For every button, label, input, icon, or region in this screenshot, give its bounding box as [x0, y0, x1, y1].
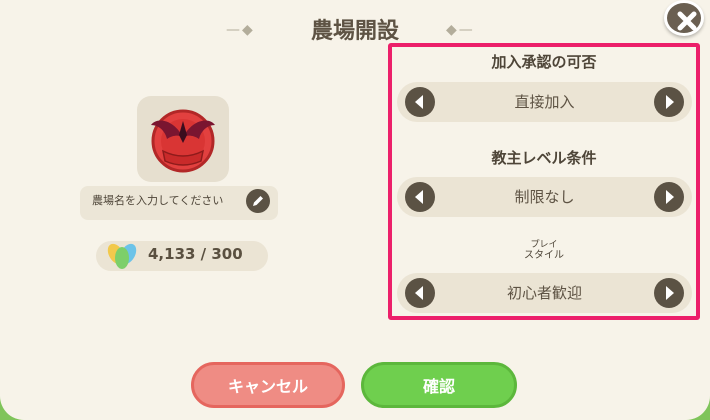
play-style-selector: 初心者歓迎: [397, 273, 692, 313]
join-approval-label: 加入承認の可否: [491, 53, 597, 71]
join-approval-value: 直接加入: [514, 93, 575, 111]
join-approval-next-button[interactable]: [654, 87, 684, 117]
close-button[interactable]: [664, 0, 704, 36]
play-style-next-button[interactable]: [654, 278, 684, 308]
leader-level-value: 制限なし: [514, 188, 575, 206]
arrow-right-icon: [666, 190, 674, 204]
title-decoration-right: ◆—: [446, 22, 475, 38]
pencil-icon: [253, 196, 263, 206]
close-icon: [677, 11, 697, 31]
leader-level-label: 教主レベル条件: [491, 149, 597, 167]
play-style-label: スタイル: [524, 250, 564, 261]
leader-level-next-button[interactable]: [654, 182, 684, 212]
play-style-ruby: プレイ: [530, 240, 558, 250]
farm-emblem-button[interactable]: [137, 96, 229, 182]
leaf-currency-icon: [107, 243, 137, 269]
farm-name-placeholder: 農場名を入力してください: [92, 194, 224, 207]
arrow-right-icon: [666, 286, 674, 300]
edit-name-button[interactable]: [246, 189, 270, 213]
play-style-value: 初心者歓迎: [506, 284, 582, 302]
farm-create-screen: —◆ 農場開設 ◆— 農場名を入力してください 4,133 / 300 加入承認…: [0, 0, 710, 420]
cancel-button[interactable]: キャンセル: [191, 362, 345, 408]
farm-emblem-icon: [151, 109, 215, 173]
confirm-button[interactable]: 確認: [361, 362, 517, 408]
arrow-right-icon: [666, 95, 674, 109]
dialog-title: 農場開設: [310, 19, 399, 44]
cost-value: 4,133 / 300: [148, 245, 243, 263]
leader-level-selector: 制限なし: [397, 177, 692, 217]
join-approval-selector: 直接加入: [397, 82, 692, 122]
